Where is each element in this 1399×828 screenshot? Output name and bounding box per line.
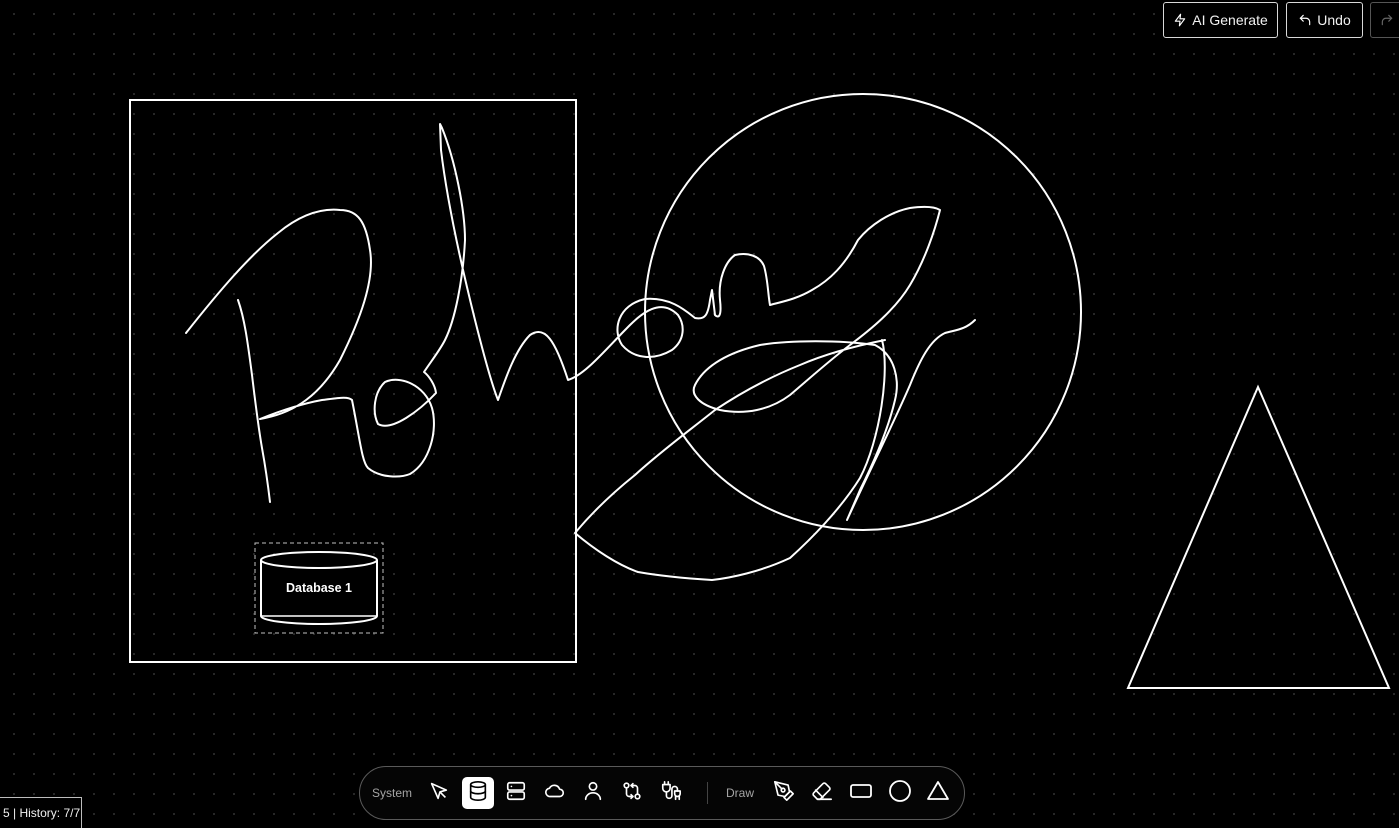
tool-triangle[interactable] — [922, 777, 954, 809]
tool-cloud[interactable] — [539, 777, 571, 809]
draw-section-label: Draw — [726, 786, 755, 800]
plug-icon — [660, 780, 682, 807]
freehand-scribble[interactable] — [185, 123, 976, 581]
tool-user[interactable] — [577, 777, 609, 809]
lightning-icon — [1173, 13, 1187, 27]
tool-database[interactable] — [462, 777, 494, 809]
rectangle-icon — [849, 779, 873, 808]
cloud-icon — [544, 780, 566, 807]
status-bar: 5 | History: 7/7 — [0, 797, 82, 828]
cursor-icon — [428, 780, 450, 807]
ai-generate-label: AI Generate — [1192, 12, 1268, 28]
circle-icon — [888, 779, 912, 808]
triangle-shape[interactable] — [1126, 384, 1391, 689]
git-compare-icon — [621, 780, 643, 807]
tool-server[interactable] — [500, 777, 532, 809]
tool-pen[interactable] — [768, 777, 800, 809]
status-text: 5 | History: 7/7 — [3, 806, 81, 820]
database-icon — [467, 780, 489, 807]
circle-shape[interactable] — [644, 93, 1082, 531]
ai-generate-button[interactable]: AI Generate — [1163, 2, 1278, 38]
drawing-surface[interactable]: Database 1 — [0, 0, 1399, 828]
canvas-area[interactable]: Database 1 — [0, 0, 1399, 828]
redo-icon — [1380, 13, 1394, 27]
user-icon — [582, 780, 604, 807]
triangle-icon — [926, 779, 950, 808]
tool-circle[interactable] — [884, 777, 916, 809]
tool-api-connector[interactable] — [616, 777, 648, 809]
eraser-icon — [811, 780, 833, 807]
database-node-label: Database 1 — [286, 581, 352, 595]
bottom-toolbar: System Draw — [359, 766, 965, 820]
toolbar-divider — [707, 782, 708, 804]
tool-eraser[interactable] — [806, 777, 838, 809]
undo-label: Undo — [1317, 12, 1351, 28]
tool-plug-connector[interactable] — [655, 777, 687, 809]
pen-icon — [773, 780, 795, 807]
undo-icon — [1298, 13, 1312, 27]
database-node[interactable]: Database 1 — [254, 542, 384, 634]
redo-button[interactable] — [1370, 2, 1399, 38]
tool-select[interactable] — [423, 777, 455, 809]
server-icon — [505, 780, 527, 807]
system-section-label: System — [372, 786, 413, 800]
tool-rectangle[interactable] — [845, 777, 877, 809]
undo-button[interactable]: Undo — [1286, 2, 1363, 38]
